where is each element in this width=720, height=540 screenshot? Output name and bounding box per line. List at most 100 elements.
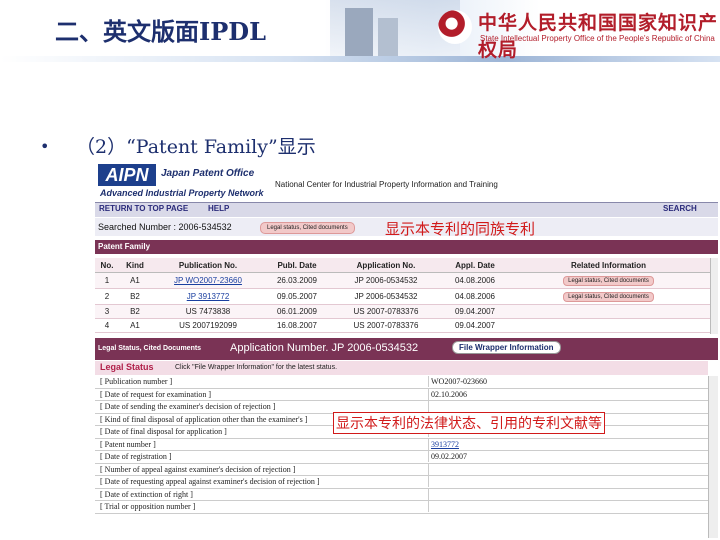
row-label: [ Publication number ] (100, 377, 173, 386)
value-cell (428, 501, 709, 512)
cell-no: 4 (95, 318, 119, 333)
value-cell (428, 488, 709, 500)
value-cell (428, 388, 709, 400)
cell-appl-date: 04.08.2006 (443, 288, 507, 305)
row-label: [ Date of sending the examiner's decisio… (100, 402, 276, 411)
legal-status-row: [ Patent number ] 3913772 (95, 438, 709, 451)
publication-link[interactable]: JP 3913772 (187, 292, 230, 301)
publication-link[interactable]: JP WO2007-23660 (174, 276, 242, 285)
related-info-pill[interactable]: Legal status, Cited documents (563, 292, 654, 302)
legal-status-row: [ Date of request for examination ] 02.10… (95, 388, 709, 401)
cell-application: US 2007-0783376 (329, 318, 443, 333)
cell-no: 2 (95, 288, 119, 305)
application-number: Application Number. JP 2006-0534532 (230, 342, 419, 354)
table-row: 2 B2 JP 3913772 09.05.2007 JP 2006-05345… (95, 288, 710, 305)
legal-status-row: [ Publication number ] WO2007-023660 (95, 376, 708, 389)
cell-publ-date: 09.05.2007 (265, 288, 329, 305)
row-label: [ Trial or opposition number ] (100, 502, 196, 511)
ncipi-label: National Center for Industrial Property … (275, 180, 498, 189)
value-cell (428, 463, 709, 475)
legal-scrollbar[interactable] (708, 376, 718, 538)
patent-family-bar: Patent Family (95, 240, 718, 254)
cell-appl-date: 04.08.2006 (443, 272, 507, 289)
cell-application: JP 2006-0534532 (329, 272, 443, 289)
cell-related-info (507, 318, 710, 333)
patent-family-table: No. Kind Publication No. Publ. Date Appl… (95, 258, 710, 333)
file-wrapper-button[interactable]: File Wrapper Information (452, 341, 561, 354)
building-graphic (345, 8, 373, 58)
col-kind: Kind (119, 258, 151, 273)
table-row: 1 A1 JP WO2007-23660 26.03.2009 JP 2006-… (95, 272, 710, 289)
table-row: 4 A1 US 2007192099 16.08.2007 US 2007-07… (95, 318, 710, 333)
aipn-full-name: Advanced Industrial Property Network (100, 188, 264, 198)
searched-number: Searched Number : 2006-534532 (98, 222, 232, 232)
cell-publication: US 7473838 (151, 304, 265, 319)
row-label: [ Number of appeal against examiner's de… (100, 464, 296, 474)
sipo-logo-icon (438, 10, 472, 44)
value-cell (428, 451, 709, 462)
row-label: [ Date of extinction of right ] (100, 489, 193, 499)
cell-kind: B2 (119, 288, 151, 305)
nav-bar: RETURN TO TOP PAGE HELP SEARCH (95, 202, 718, 217)
cell-application: US 2007-0783376 (329, 304, 443, 319)
family-annotation: 显示本专利的同族专利 (385, 220, 536, 238)
col-related-info: Related Information (507, 258, 710, 273)
patent-family-title: Patent Family (98, 242, 151, 251)
col-appl-date: Appl. Date (443, 258, 507, 273)
cell-publication: US 2007192099 (151, 318, 265, 333)
search-button[interactable]: SEARCH (663, 204, 697, 213)
row-label: [ Date of final disposal for application… (100, 427, 227, 436)
legal-status-list: [ Publication number ] WO2007-023660 [ Da… (95, 376, 708, 514)
legal-annotation: 显示本专利的法律状态、引用的专利文献等 (333, 412, 605, 434)
value-cell (428, 401, 709, 412)
col-publication: Publication No. (151, 258, 265, 273)
related-info-pill[interactable]: Legal status, Cited documents (563, 276, 654, 286)
cell-publ-date: 06.01.2009 (265, 304, 329, 319)
cell-kind: B2 (119, 304, 151, 319)
return-to-top-button[interactable]: RETURN TO TOP PAGE (99, 204, 188, 213)
legal-status-bar: Legal Status, Cited Documents Applicatio… (95, 338, 718, 360)
row-value: WO2007-023660 (431, 377, 487, 386)
legal-status-note: Click "File Wrapper Information" for the… (175, 364, 338, 371)
row-label: [ Patent number ] (100, 439, 156, 449)
col-publ-date: Publ. Date (265, 258, 329, 273)
cell-application: JP 2006-0534532 (329, 288, 443, 305)
cell-related-info (507, 304, 710, 319)
row-label: [ Kind of final disposal of application … (100, 414, 308, 424)
cell-no: 1 (95, 272, 119, 289)
help-button[interactable]: HELP (208, 204, 229, 213)
building-graphic-2 (378, 18, 398, 58)
row-value: 09.02.2007 (431, 452, 467, 461)
family-scrollbar[interactable] (710, 258, 718, 334)
legal-status-row: [ Date of extinction of right ] (95, 488, 709, 501)
ipdl-screenshot: AIPN Japan Patent Office Advanced Indust… (95, 160, 718, 538)
row-value: 02.10.2006 (431, 389, 467, 399)
sipo-name-en: State Intellectual Property Office of th… (480, 34, 715, 43)
cell-appl-date: 09.04.2007 (443, 318, 507, 333)
col-no: No. (95, 258, 119, 273)
value-cell (428, 438, 709, 450)
row-label: [ Date of requesting appeal against exam… (100, 477, 320, 486)
col-application: Application No. (329, 258, 443, 273)
legal-status-row: [ Date of registration ] 09.02.2007 (95, 451, 708, 464)
table-row: 3 B2 US 7473838 06.01.2009 US 2007-07833… (95, 304, 710, 319)
bullet-mark: • (40, 137, 50, 156)
aipn-logo: AIPN (98, 164, 156, 186)
legal-status-bar-title: Legal Status, Cited Documents (98, 345, 202, 352)
legal-status-row: [ Trial or opposition number ] (95, 501, 708, 514)
patent-number-link[interactable]: 3913772 (431, 440, 459, 449)
legal-status-row: [ Number of appeal against examiner's de… (95, 463, 709, 476)
cell-appl-date: 09.04.2007 (443, 304, 507, 319)
legal-status-title: Legal Status (100, 362, 154, 372)
row-label: [ Date of request for examination ] (100, 389, 212, 399)
cell-no: 3 (95, 304, 119, 319)
row-label: [ Date of registration ] (100, 452, 172, 461)
legal-status-header: Legal Status Click "File Wrapper Informa… (95, 361, 708, 375)
cell-publ-date: 16.08.2007 (265, 318, 329, 333)
slide-title: 二、英文版面IPDL (55, 17, 266, 46)
legal-status-pill[interactable]: Legal status, Cited documents (260, 222, 355, 234)
japan-patent-office-label: Japan Patent Office (161, 168, 255, 179)
bullet-text: （2）“Patent Family”显示 (76, 136, 316, 158)
cell-publ-date: 26.03.2009 (265, 272, 329, 289)
cell-kind: A1 (119, 318, 151, 333)
